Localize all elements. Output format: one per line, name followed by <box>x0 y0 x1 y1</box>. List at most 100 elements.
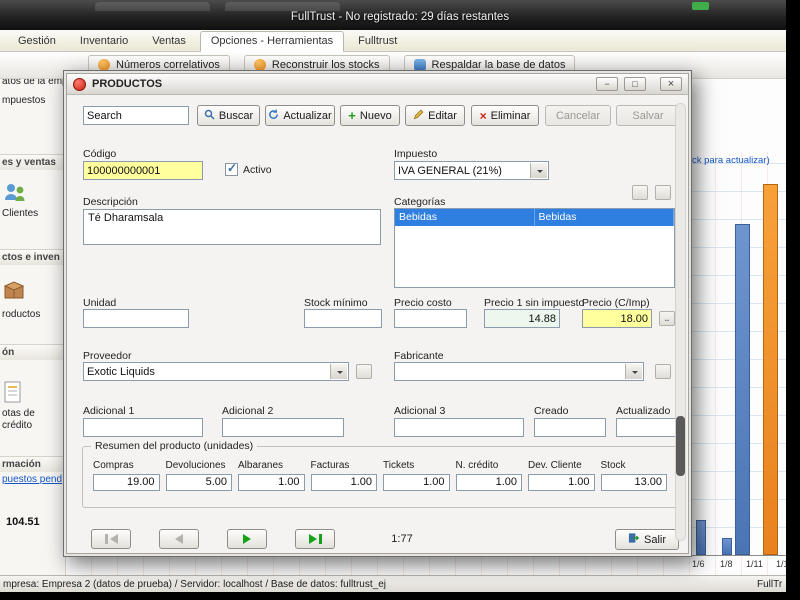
plus-icon: + <box>348 109 356 122</box>
precio-cimp-label: Precio (C/Imp) <box>582 297 650 309</box>
sidebar-item-notas-credito-2[interactable]: crédito <box>2 420 32 431</box>
codigo-label: Código <box>83 148 116 160</box>
first-record-button[interactable] <box>91 529 131 549</box>
sidebar-item-clientes[interactable]: Clientes <box>2 208 38 219</box>
chart-bar-blue-small-2 <box>722 538 732 555</box>
precio-cimp-field[interactable] <box>582 309 652 328</box>
productos-dialog-title: PRODUCTOS <box>92 78 162 90</box>
tab-gestion[interactable]: Gestión <box>8 32 66 51</box>
last-record-button[interactable] <box>295 529 335 549</box>
status-connection-info: mpresa: Empresa 2 (datos de prueba) / Se… <box>3 579 386 590</box>
adicional2-field[interactable] <box>222 418 344 437</box>
salir-label: Salir <box>644 534 666 546</box>
fabricante-more-button[interactable] <box>655 364 671 379</box>
dialog-close-button[interactable] <box>660 77 682 91</box>
impuesto-label: Impuesto <box>394 148 437 160</box>
tab-ventas[interactable]: Ventas <box>142 32 196 51</box>
creado-field[interactable] <box>534 418 606 437</box>
stock-minimo-field[interactable] <box>304 309 382 328</box>
actualizado-field[interactable] <box>616 418 678 437</box>
resumen-label: Dev. Cliente <box>528 460 595 471</box>
eliminar-button[interactable]: × Eliminar <box>471 105 539 126</box>
precio-costo-label: Precio costo <box>394 297 452 309</box>
chart-bar-blue-small <box>696 520 706 555</box>
categoria-small-button-1[interactable] <box>632 185 648 200</box>
productos-dialog-frame: PRODUCTOS Buscar <box>66 73 689 554</box>
proveedor-value: Exotic Liquids <box>87 366 155 378</box>
update-link[interactable]: ck para actualizar) <box>692 155 770 166</box>
window-title: FullTrust - No registrado: 29 días resta… <box>0 11 800 23</box>
salir-button[interactable]: Salir <box>615 529 679 550</box>
x-axis-label: 1/11 <box>746 559 763 569</box>
status-app-name: FullTr <box>757 579 782 590</box>
categoria-cell-2: Bebidas <box>535 209 675 226</box>
resumen-label: N. crédito <box>456 460 523 471</box>
exit-door-icon <box>628 532 640 547</box>
precio1-label: Precio 1 sin impuesto <box>484 297 584 309</box>
resumen-col-tickets: Tickets 1.00 <box>383 460 450 491</box>
actualizado-label: Actualizado <box>616 405 670 417</box>
productos-dialog-icon <box>73 78 86 91</box>
next-record-button[interactable] <box>227 529 267 549</box>
sidebar-item-notas-credito[interactable]: otas de <box>2 408 35 419</box>
buscar-label: Buscar <box>219 110 253 122</box>
triangle-left-icon <box>175 534 183 544</box>
sidebar-item-impuestos-pendientes[interactable]: puestos pend <box>2 474 62 485</box>
resumen-value: 1.00 <box>238 474 305 491</box>
codigo-field[interactable] <box>83 161 203 180</box>
categoria-selected-row[interactable]: Bebidas Bebidas <box>395 209 674 226</box>
precio-costo-field[interactable] <box>394 309 467 328</box>
nuevo-button[interactable]: + Nuevo <box>340 105 400 126</box>
dialog-scrollbar-thumb[interactable] <box>676 416 685 476</box>
unidad-label: Unidad <box>83 297 116 309</box>
adicional1-field[interactable] <box>83 418 203 437</box>
resumen-value: 19.00 <box>93 474 160 491</box>
triangle-right-icon <box>309 534 317 544</box>
actualizar-button[interactable]: Actualizar <box>265 105 335 126</box>
impuesto-value: IVA GENERAL (21%) <box>398 165 502 177</box>
categoria-small-button-2[interactable] <box>655 185 671 200</box>
precio1-field[interactable] <box>484 309 560 328</box>
sidebar-header-compras-ventas: es y ventas <box>0 154 65 170</box>
buscar-button[interactable]: Buscar <box>197 105 260 126</box>
proveedor-more-button[interactable] <box>356 364 372 379</box>
dialog-minimize-button[interactable] <box>596 77 618 91</box>
sidebar: Empresas atos de la emp mpuestos es y ve… <box>0 52 66 575</box>
resumen-col-stock: Stock 13.00 <box>601 460 668 491</box>
tab-fulltrust[interactable]: Fulltrust <box>348 32 407 51</box>
categorias-list: Bebidas Bebidas <box>394 208 675 288</box>
fabricante-select[interactable] <box>394 362 644 381</box>
resumen-value: 1.00 <box>311 474 378 491</box>
pencil-icon <box>413 109 424 123</box>
resumen-value: 1.00 <box>456 474 523 491</box>
adicional3-field[interactable] <box>394 418 524 437</box>
cancelar-button[interactable]: Cancelar <box>545 105 611 126</box>
resumen-col-compras: Compras 19.00 <box>93 460 160 491</box>
productos-dialog-titlebar[interactable]: PRODUCTOS <box>67 74 688 95</box>
impuesto-select[interactable]: IVA GENERAL (21%) <box>394 161 549 180</box>
resumen-groupbox: Resumen del producto (unidades) Compras … <box>82 446 678 508</box>
tab-opciones-herramientas[interactable]: Opciones - Herramientas <box>200 31 344 52</box>
refresh-icon <box>268 109 279 123</box>
title-tab-shape <box>95 2 210 11</box>
editar-button[interactable]: Editar <box>405 105 465 126</box>
desktop: FullTrust - No registrado: 29 días resta… <box>0 0 800 600</box>
search-input[interactable] <box>83 106 189 125</box>
record-counter: 1:77 <box>367 533 437 545</box>
resumen-col-facturas: Facturas 1.00 <box>311 460 378 491</box>
sidebar-item-productos[interactable]: roductos <box>2 309 40 320</box>
triangle-right-icon <box>243 534 251 544</box>
previous-record-button[interactable] <box>159 529 199 549</box>
dialog-maximize-button[interactable] <box>624 77 646 91</box>
unidad-field[interactable] <box>83 309 189 328</box>
salvar-button[interactable]: Salvar <box>616 105 680 126</box>
clientes-icon <box>2 180 28 211</box>
sidebar-header-informacion: rmación <box>0 456 65 472</box>
precio-more-button[interactable] <box>659 311 675 326</box>
productos-dialog-body: Buscar Actualizar + Nuevo Editar <box>67 95 688 553</box>
activo-checkbox[interactable] <box>225 163 238 176</box>
tab-inventario[interactable]: Inventario <box>70 32 138 51</box>
sidebar-item-impuestos[interactable]: mpuestos <box>2 95 45 106</box>
proveedor-select[interactable]: Exotic Liquids <box>83 362 349 381</box>
descripcion-field[interactable]: Té Dharamsala <box>83 209 381 245</box>
